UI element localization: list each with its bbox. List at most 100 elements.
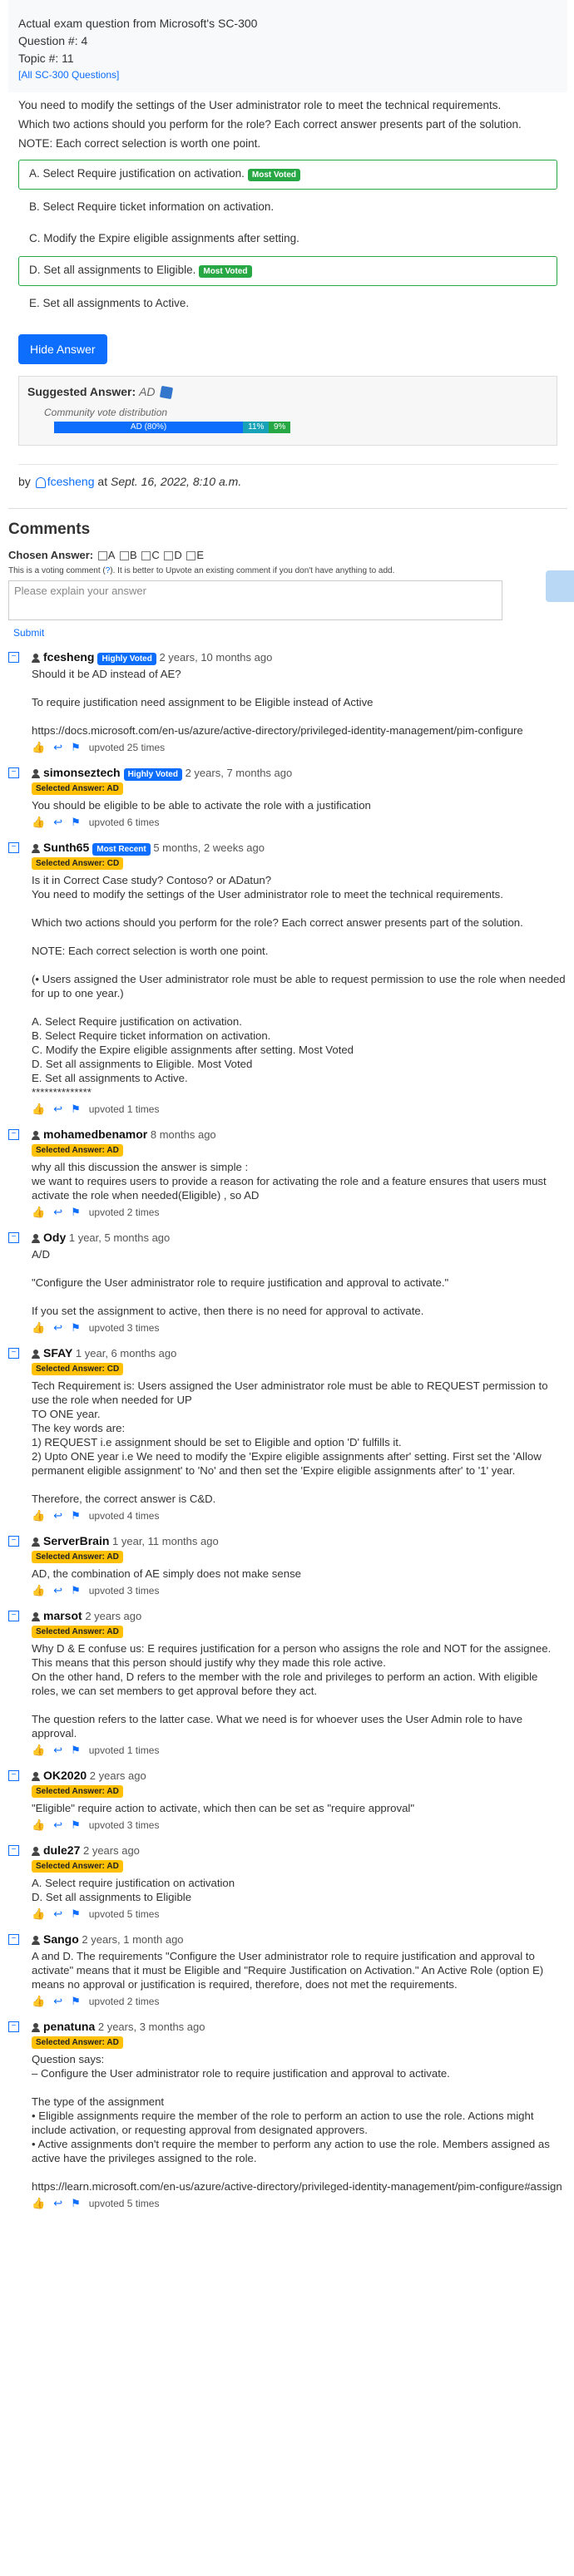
comment-header: penatuna 2 years, 3 months ago [32, 2020, 567, 2033]
flag-icon[interactable]: ⚑ [71, 1509, 81, 1522]
hide-answer-button[interactable]: Hide Answer [18, 334, 107, 364]
comment-body: why all this discussion the answer is si… [32, 1161, 547, 1202]
reply-icon[interactable]: ↩ [53, 1744, 62, 1757]
choice-e[interactable]: E. Set all assignments to Active. [18, 289, 557, 318]
collapse-toggle-icon[interactable]: − [8, 1934, 19, 1946]
collapse-toggle-icon[interactable]: − [8, 1770, 19, 1782]
upvote-count: upvoted 1 times [88, 1103, 160, 1116]
collapse-toggle-icon[interactable]: − [8, 1232, 19, 1244]
comment: − SFAY 1 year, 6 months ago Selected Answe… [8, 1346, 567, 1522]
checkbox[interactable] [186, 551, 196, 561]
option-c[interactable]: C [141, 549, 160, 561]
choice-c[interactable]: C. Modify the Expire eligible assignment… [18, 225, 557, 253]
checkbox[interactable] [141, 551, 151, 561]
collapse-toggle-icon[interactable]: − [8, 1129, 19, 1141]
comment-time: 2 years, 10 months ago [159, 651, 273, 664]
collapse-toggle-icon[interactable]: − [8, 1611, 19, 1622]
comment-body: Should it be AD instead of AE? To requir… [32, 668, 523, 738]
thumbs-up-icon[interactable]: 👍 [32, 1584, 45, 1597]
thumbs-up-icon[interactable]: 👍 [32, 2197, 45, 2210]
thumbs-up-icon[interactable]: 👍 [32, 741, 45, 754]
comment-author[interactable]: dule27 [43, 1843, 80, 1857]
comment-actions: 👍 ↩ ⚑ upvoted 5 times [32, 1907, 567, 1921]
checkbox[interactable] [164, 551, 174, 561]
flag-icon[interactable]: ⚑ [71, 1818, 81, 1832]
reply-icon[interactable]: ↩ [53, 1584, 62, 1597]
comment-author[interactable]: simonseztech [43, 766, 121, 779]
option-b[interactable]: B [120, 549, 137, 561]
collapse-toggle-icon[interactable]: − [8, 767, 19, 779]
thumbs-up-icon[interactable]: 👍 [32, 1818, 45, 1832]
comment-time: 8 months ago [150, 1128, 216, 1142]
comment-author[interactable]: marsot [43, 1609, 82, 1622]
flag-icon[interactable]: ⚑ [71, 1206, 81, 1219]
choice-d[interactable]: D. Set all assignments to Eligible. Most … [18, 256, 557, 286]
option-a[interactable]: A [97, 549, 115, 561]
flag-icon[interactable]: ⚑ [71, 2197, 81, 2210]
choice-b[interactable]: B. Select Require ticket information on … [18, 193, 557, 221]
chosen-label: Chosen Answer: [8, 549, 94, 562]
comment-author[interactable]: Sango [43, 1932, 79, 1946]
thumbs-up-icon[interactable]: 👍 [32, 1321, 45, 1335]
checkbox[interactable] [120, 551, 130, 561]
comment-header: mohamedbenamor 8 months ago [32, 1128, 567, 1141]
comment-author[interactable]: fcesheng [43, 650, 94, 664]
option-d[interactable]: D [164, 549, 182, 561]
comment-author[interactable]: penatuna [43, 2020, 95, 2033]
collapse-toggle-icon[interactable]: − [8, 652, 19, 664]
flag-icon[interactable]: ⚑ [71, 741, 81, 754]
all-questions-link[interactable]: [All SC-300 Questions] [18, 69, 119, 81]
reply-icon[interactable]: ↩ [53, 1995, 62, 2008]
reply-icon[interactable]: ↩ [53, 816, 62, 829]
user-icon [32, 2023, 40, 2033]
flag-icon[interactable]: ⚑ [71, 1584, 81, 1597]
flag-icon[interactable]: ⚑ [71, 1995, 81, 2008]
thumbs-up-icon[interactable]: 👍 [32, 1509, 45, 1522]
comment-author[interactable]: mohamedbenamor [43, 1128, 147, 1141]
flag-icon[interactable]: ⚑ [71, 1744, 81, 1757]
scroll-top-button[interactable] [546, 570, 574, 602]
author-link[interactable]: fcesheng [47, 475, 95, 488]
reply-icon[interactable]: ↩ [53, 2197, 62, 2210]
reply-icon[interactable]: ↩ [53, 1509, 62, 1522]
collapse-toggle-icon[interactable]: − [8, 1348, 19, 1360]
collapse-toggle-icon[interactable]: − [8, 1536, 19, 1547]
thumbs-up-icon[interactable]: 👍 [32, 1995, 45, 2008]
collapse-toggle-icon[interactable]: − [8, 1845, 19, 1857]
reply-icon[interactable]: ↩ [53, 1907, 62, 1921]
reply-icon[interactable]: ↩ [53, 1103, 62, 1116]
choice-a[interactable]: A. Select Require justification on activ… [18, 160, 557, 190]
comment: − OK2020 2 years ago Selected Answer: AD "E… [8, 1769, 567, 1832]
option-e[interactable]: E [186, 549, 204, 561]
reply-icon[interactable]: ↩ [53, 1818, 62, 1832]
thumbs-up-icon[interactable]: 👍 [32, 1103, 45, 1116]
comment-author[interactable]: ServerBrain [43, 1534, 109, 1547]
reply-icon[interactable]: ↩ [53, 1321, 62, 1335]
flag-icon[interactable]: ⚑ [71, 1321, 81, 1335]
collapse-toggle-icon[interactable]: − [8, 842, 19, 854]
comment-author[interactable]: SFAY [43, 1346, 72, 1360]
thumbs-up-icon[interactable]: 👍 [32, 816, 45, 829]
thumbs-up-icon[interactable]: 👍 [32, 1206, 45, 1219]
flag-icon[interactable]: ⚑ [71, 1907, 81, 1921]
question-number: Question #: 4 [18, 34, 88, 47]
collapse-toggle-icon[interactable]: − [8, 2021, 19, 2033]
user-icon [32, 1847, 40, 1857]
submit-button[interactable]: Submit [13, 627, 567, 639]
comment-textarea[interactable]: Please explain your answer [8, 580, 502, 621]
thumbs-up-icon[interactable]: 👍 [32, 1744, 45, 1757]
reply-icon[interactable]: ↩ [53, 1206, 62, 1219]
comment-author[interactable]: OK2020 [43, 1769, 87, 1782]
selected-answer-badge: Selected Answer: CD [32, 1363, 124, 1376]
comment-body: "Eligible" require action to activate, w… [32, 1802, 415, 1815]
comment-time: 2 years ago [82, 1844, 140, 1858]
thumbs-up-icon[interactable]: 👍 [32, 1907, 45, 1921]
flag-icon[interactable]: ⚑ [71, 1103, 81, 1116]
comment-author[interactable]: Ody [43, 1231, 66, 1244]
cube-icon [159, 386, 173, 400]
comment-body: Is it in Correct Case study? Contoso? or… [32, 874, 566, 1099]
comment-author[interactable]: Sunth65 [43, 841, 89, 854]
reply-icon[interactable]: ↩ [53, 741, 62, 754]
flag-icon[interactable]: ⚑ [71, 816, 81, 829]
checkbox[interactable] [97, 551, 107, 561]
